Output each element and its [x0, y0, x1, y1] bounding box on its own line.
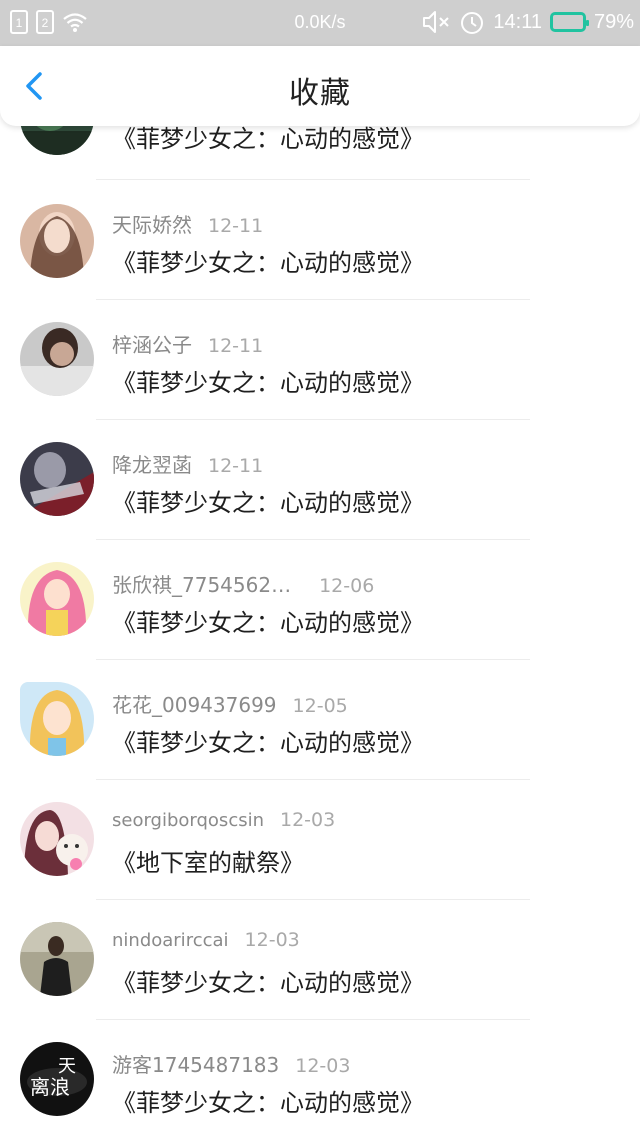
- alarm-icon: [461, 12, 484, 34]
- avatar: [20, 802, 94, 876]
- user-name-text: 降龙翌菡: [112, 453, 192, 477]
- divider: [96, 179, 530, 180]
- clock: 14:11: [493, 10, 542, 33]
- avatar: [20, 204, 94, 278]
- status-bar: 1 2 0.0K/s 14:11 79%: [0, 0, 640, 46]
- user-name[interactable]: seorgiborqoscsin 12-03: [112, 809, 335, 831]
- divider: [96, 539, 530, 540]
- list-item[interactable]: 天离浪 游客1745487183 12-03 《菲梦少女之：心动的感觉》: [0, 1021, 640, 1138]
- user-name[interactable]: nindoarirccai 12-03: [112, 929, 300, 951]
- user-name[interactable]: 降龙翌菡 12-11: [112, 449, 263, 478]
- user-name-text: 梓涵公子: [112, 333, 192, 357]
- avatar: [20, 922, 94, 996]
- list-item[interactable]: seorgiborqoscsin 12-03 《地下室的献祭》: [0, 781, 640, 901]
- book-title[interactable]: 《菲梦少女之：心动的感觉》: [112, 483, 424, 518]
- date: 12-11: [208, 455, 264, 477]
- battery-percent: 79%: [593, 10, 634, 33]
- list-item[interactable]: 降龙翌菡 12-11 《菲梦少女之：心动的感觉》: [0, 421, 640, 541]
- battery-icon: [549, 12, 589, 32]
- user-name-text: 天际娇然: [112, 213, 192, 237]
- divider: [96, 1019, 530, 1020]
- user-name[interactable]: 游客1745487183 12-03: [112, 1049, 350, 1078]
- user-name[interactable]: 张欣祺_7754562… 12-06: [112, 569, 374, 598]
- book-title[interactable]: 《菲梦少女之：心动的感觉》: [112, 963, 424, 998]
- avatar: [20, 562, 94, 636]
- book-title[interactable]: 《地下室的献祭》: [112, 843, 304, 878]
- date: 12-03: [280, 809, 336, 831]
- page-title: 收藏: [289, 76, 351, 111]
- divider: [96, 659, 530, 660]
- list-item[interactable]: 天际娇然 12-11 《菲梦少女之：心动的感觉》: [0, 181, 640, 301]
- mute-icon: [423, 11, 450, 33]
- book-title[interactable]: 《菲梦少女之：心动的感觉》: [112, 243, 424, 278]
- book-title[interactable]: 《菲梦少女之：心动的感觉》: [112, 1083, 424, 1118]
- divider: [96, 299, 530, 300]
- avatar: [20, 126, 94, 155]
- user-name-text: 游客1745487183: [112, 1053, 280, 1077]
- date: 12-03: [295, 1055, 351, 1077]
- date: 12-05: [292, 695, 348, 717]
- user-name-text: 张欣祺_7754562…: [112, 573, 292, 597]
- user-name[interactable]: 天际娇然 12-11: [112, 209, 263, 238]
- book-title[interactable]: 《菲梦少女之：心动的感觉》: [112, 603, 424, 638]
- list-item[interactable]: nindoarirccai 12-03 《菲梦少女之：心动的感觉》: [0, 901, 640, 1021]
- avatar: [20, 322, 94, 396]
- date: 12-03: [244, 929, 300, 951]
- divider: [96, 779, 530, 780]
- book-title[interactable]: 《菲梦少女之：心动的感觉》: [112, 723, 424, 758]
- book-title[interactable]: 《菲梦少女之：心动的感觉》: [112, 126, 424, 154]
- user-name[interactable]: 花花_009437699 12-05: [112, 689, 348, 718]
- favorites-list[interactable]: 《菲梦少女之：心动的感觉》 天际娇然 12-11 《菲梦少女之：心动的感觉》 梓涵…: [0, 126, 640, 1138]
- book-title[interactable]: 《菲梦少女之：心动的感觉》: [112, 363, 424, 398]
- list-item[interactable]: 梓涵公子 12-11 《菲梦少女之：心动的感觉》: [0, 301, 640, 421]
- avatar: [20, 442, 94, 516]
- divider: [96, 419, 530, 420]
- user-name-text: seorgiborqoscsin: [112, 810, 264, 831]
- date: 12-11: [208, 335, 264, 357]
- avatar: 天离浪: [20, 1042, 94, 1116]
- divider: [96, 899, 530, 900]
- date: 12-11: [208, 215, 264, 237]
- user-name-text: nindoarirccai: [112, 930, 229, 951]
- user-name-text: 花花_009437699: [112, 693, 277, 717]
- list-item[interactable]: 《菲梦少女之：心动的感觉》: [0, 126, 640, 175]
- list-item[interactable]: 张欣祺_7754562… 12-06 《菲梦少女之：心动的感觉》: [0, 541, 640, 661]
- user-name[interactable]: 梓涵公子 12-11: [112, 329, 263, 358]
- list-item[interactable]: 花花_009437699 12-05 《菲梦少女之：心动的感觉》: [0, 661, 640, 781]
- status-right: 14:11 79%: [421, 9, 634, 35]
- avatar: [20, 682, 94, 756]
- date: 12-06: [319, 575, 375, 597]
- title-bar: 收藏: [0, 46, 640, 126]
